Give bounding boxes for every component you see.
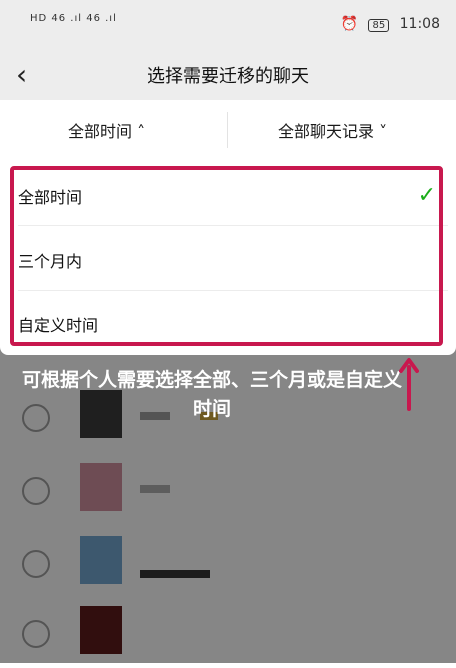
clock: 11:08 [399, 16, 440, 32]
filter-divider [227, 112, 228, 148]
filter-bar: 全部时间 ˄ 全部聊天记录 ˅ [0, 100, 456, 160]
highlight-box [10, 166, 443, 346]
status-right: ⏰ 85 11:08 [341, 16, 440, 32]
alarm-icon: ⏰ [340, 16, 358, 32]
annotation-caption: 可根据个人需要选择全部、三个月或是自定义时间 [22, 369, 403, 420]
page-title: 选择需要迁移的聊天 [147, 66, 309, 87]
arrow-up-icon [399, 358, 419, 411]
time-filter-dropdown[interactable]: 全部时间 ˄ [68, 118, 145, 142]
battery-icon: 85 [368, 19, 390, 32]
nav-bar: ‹ 选择需要迁移的聊天 [0, 50, 456, 100]
records-filter-dropdown[interactable]: 全部聊天记录 ˅ [278, 118, 387, 142]
signal-indicators: HD 46 .ıl 46 .ıl [30, 13, 117, 24]
status-bar: HD 46 .ıl 46 .ıl ⏰ 85 11:08 [0, 0, 456, 50]
